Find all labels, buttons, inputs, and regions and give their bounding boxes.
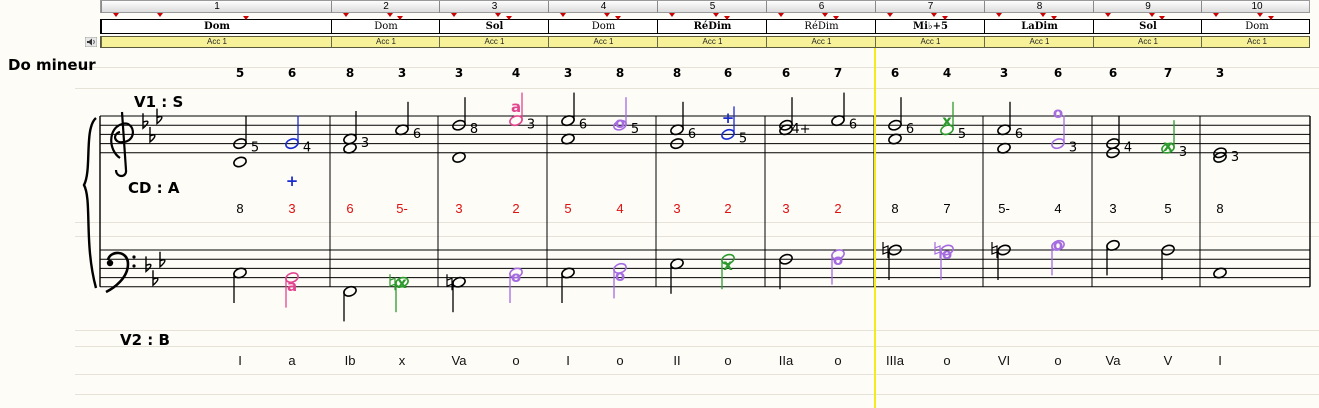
ornament-x: x: [1163, 137, 1173, 155]
playhead-cursor[interactable]: [874, 48, 876, 408]
beat-marker: [560, 13, 566, 17]
ornament-o: o: [615, 267, 625, 285]
note-figure: 3: [527, 118, 535, 133]
brace: [82, 117, 98, 289]
beat-marker: [1213, 13, 1219, 17]
ornament-a: a: [511, 98, 521, 116]
beat-marker: [996, 13, 1002, 17]
ornament-o: o: [511, 268, 521, 286]
ornament-x: x: [397, 274, 407, 292]
note-figure: 4: [1124, 141, 1132, 156]
ornament-a: a: [287, 277, 297, 295]
chord-marker: [614, 16, 621, 20]
beat-marker: [713, 13, 719, 17]
note-figure: 6: [849, 118, 857, 133]
ornament-o: o: [1053, 104, 1063, 122]
beat-marker: [1257, 13, 1263, 17]
chord-marker: [242, 16, 249, 20]
chord-marker: [941, 16, 948, 20]
natural-sign-icon: [446, 274, 453, 291]
key-flat-icon: [142, 113, 149, 130]
note-figure: 6: [413, 127, 421, 142]
beat-marker: [113, 13, 119, 17]
ornament-o: o: [615, 114, 625, 132]
bass-clef-dot: [132, 255, 136, 259]
chord-marker: [505, 16, 512, 20]
ornament-x: x: [723, 256, 733, 274]
natural-sign-icon: [389, 274, 396, 291]
beat-marker: [387, 13, 393, 17]
alto-note[interactable]: [233, 156, 248, 169]
note-figure: 8: [470, 122, 478, 137]
note-figure: 5: [631, 122, 639, 137]
ornament-o: o: [942, 245, 952, 263]
note-figure: 6: [906, 122, 914, 137]
chord-marker: [1268, 16, 1275, 20]
note-figure: 6: [1015, 127, 1023, 142]
beat-marker: [343, 13, 349, 17]
note-figure: 4: [303, 141, 311, 156]
key-flat-icon: [145, 256, 152, 273]
note-figure: 4+: [791, 122, 810, 137]
beat-marker: [1105, 13, 1111, 17]
note-figure: 3: [1231, 150, 1239, 165]
chord-marker: [723, 16, 730, 20]
ornament-plus: +: [286, 172, 299, 190]
note-figure: 3: [1179, 145, 1187, 160]
grand-staff[interactable]: 5 4 3 6 8 3 6 5 6 5 4+ 6 6 5 6 3 4 3 3 + a o + x o x a x o o x o o o: [0, 0, 1319, 408]
note-figure: 3: [361, 136, 369, 151]
ornament-x: x: [942, 112, 952, 130]
ornament-o: o: [833, 251, 843, 269]
note-figure: 5: [739, 131, 747, 146]
bass-clef-dot: [106, 259, 114, 267]
note-figure: 5: [251, 141, 259, 156]
chord-marker: [396, 16, 403, 20]
ornament-plus: +: [722, 109, 735, 127]
beat-marker: [778, 13, 784, 17]
beat-marker: [157, 13, 163, 17]
beat-marker: [669, 13, 675, 17]
beat-marker: [822, 13, 828, 17]
score-editor: 1 2 3 4 5 6 7 8 9 10 Dom Dom Sol Dom RéDim RéDim Mi♭+5 L…: [0, 0, 1319, 408]
chord-marker: [1158, 16, 1165, 20]
beat-marker: [495, 13, 501, 17]
note-figure: 5: [958, 127, 966, 142]
chord-marker: [1050, 16, 1057, 20]
beat-marker: [1040, 13, 1046, 17]
beat-marker: [887, 13, 893, 17]
beat-marker: [931, 13, 937, 17]
beat-marker: [451, 13, 457, 17]
chord-marker: [832, 16, 839, 20]
note-figure: 3: [1069, 141, 1077, 156]
ornament-o: o: [1053, 236, 1063, 254]
note-figure: 6: [688, 127, 696, 142]
beat-marker: [1149, 13, 1155, 17]
note-figure: 6: [579, 118, 587, 133]
beat-marker: [604, 13, 610, 17]
bass-clef-dot: [132, 264, 136, 268]
